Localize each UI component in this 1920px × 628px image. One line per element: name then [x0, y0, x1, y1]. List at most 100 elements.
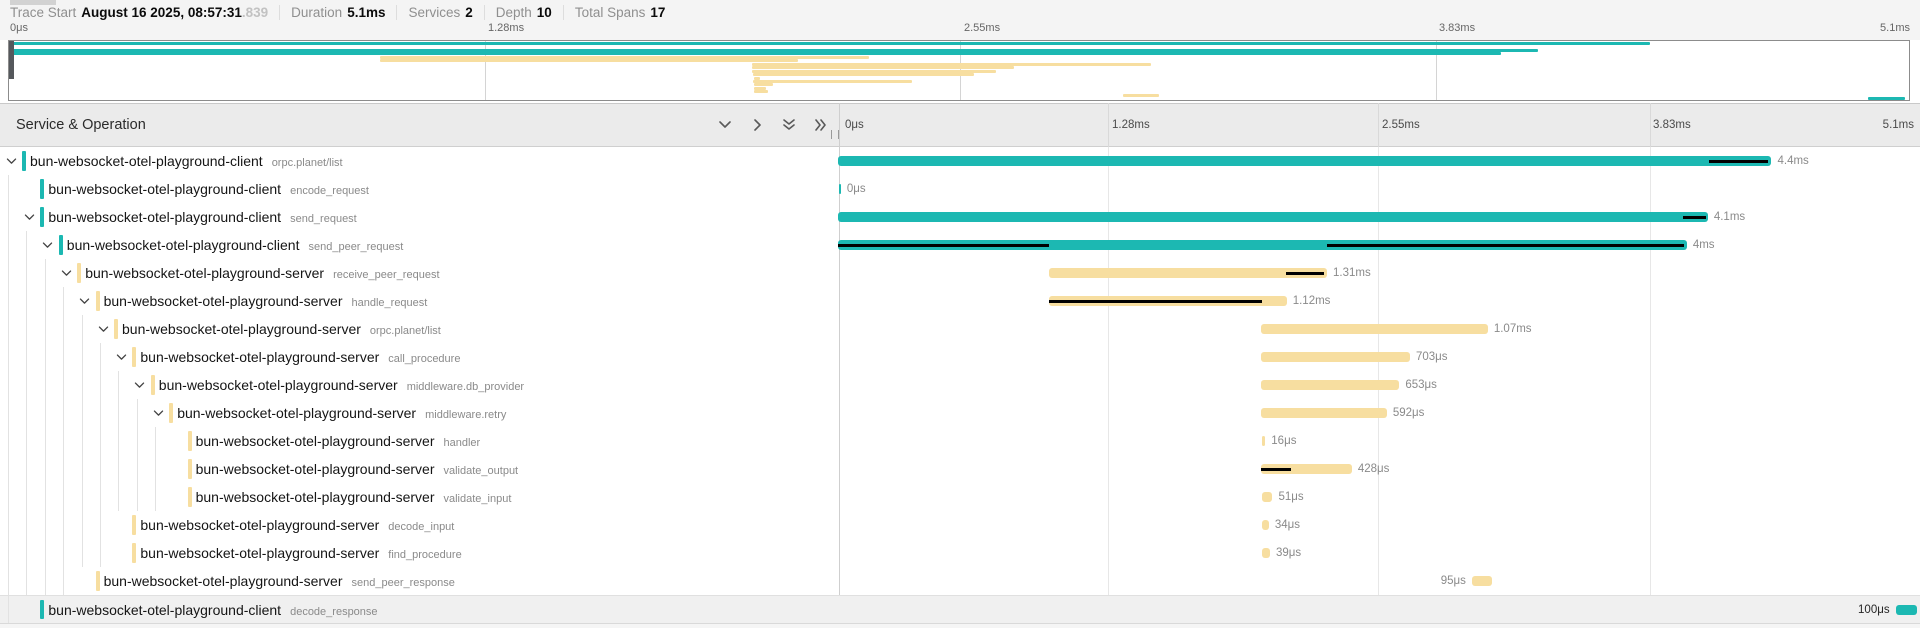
critical-path-segment — [1261, 468, 1291, 471]
span-duration-bar[interactable] — [1262, 520, 1269, 530]
operation-name: validate_output — [444, 465, 519, 477]
service-color-indicator — [59, 235, 63, 255]
span-row[interactable]: bun-websocket-otel-playground-serverrece… — [0, 259, 1920, 287]
span-collapse-chevron-icon[interactable] — [96, 323, 110, 335]
span-row[interactable]: bun-websocket-otel-playground-clientenco… — [0, 175, 1920, 203]
span-name: bun-websocket-otel-playground-serversend… — [104, 567, 455, 597]
span-duration-bar[interactable] — [1896, 605, 1917, 615]
span-name: bun-websocket-otel-playground-serverhand… — [104, 287, 428, 317]
indent-guide — [8, 455, 9, 483]
service-color-indicator — [132, 347, 136, 367]
timeline-gridline — [1378, 103, 1379, 147]
span-collapse-chevron-icon[interactable] — [78, 295, 92, 307]
critical-path-segment — [1683, 216, 1706, 219]
indent-guide — [8, 427, 9, 455]
minimap-span-bar — [753, 73, 974, 76]
span-row[interactable]: bun-websocket-otel-playground-clientsend… — [0, 203, 1920, 231]
expand-all-icon[interactable] — [812, 116, 830, 134]
service-name: bun-websocket-otel-playground-client — [48, 602, 281, 618]
span-row[interactable]: bun-websocket-otel-playground-serverdeco… — [0, 511, 1920, 539]
span-duration-bar[interactable] — [1262, 436, 1265, 446]
span-duration-bar[interactable] — [838, 156, 1771, 166]
indent-guide — [26, 287, 27, 315]
collapse-all-icon[interactable] — [780, 116, 798, 134]
span-collapse-chevron-icon[interactable] — [59, 267, 73, 279]
span-duration-bar[interactable] — [1261, 352, 1410, 362]
span-name: bun-websocket-otel-playground-servercall… — [140, 343, 460, 373]
service-color-indicator — [188, 459, 192, 479]
span-row[interactable]: bun-websocket-otel-playground-servermidd… — [0, 399, 1920, 427]
span-duration-bar[interactable] — [1261, 324, 1488, 334]
minimap-span-bar — [754, 90, 769, 93]
span-row[interactable]: bun-websocket-otel-playground-servercall… — [0, 343, 1920, 371]
span-row[interactable]: bun-websocket-otel-playground-serverorpc… — [0, 315, 1920, 343]
indent-guide — [82, 511, 83, 539]
indent-guide — [118, 455, 119, 483]
indent-guide — [45, 511, 46, 539]
minimap-span-bar — [754, 83, 773, 86]
timeline-gridline — [1650, 103, 1651, 147]
span-row[interactable]: bun-websocket-otel-playground-serversend… — [0, 567, 1920, 595]
span-name: bun-websocket-otel-playground-servervali… — [196, 483, 512, 513]
timeline-header-tick: 2.55ms — [1382, 104, 1420, 146]
span-collapse-chevron-icon[interactable] — [114, 351, 128, 363]
operation-name: handle_request — [352, 297, 428, 309]
span-row[interactable]: bun-websocket-otel-playground-servervali… — [0, 483, 1920, 511]
span-collapse-chevron-icon[interactable] — [41, 239, 55, 251]
indent-guide — [8, 483, 9, 511]
span-row[interactable]: bun-websocket-otel-playground-clientorpc… — [0, 147, 1920, 175]
operation-name: decode_input — [388, 521, 454, 533]
span-duration-bar[interactable] — [1261, 380, 1400, 390]
indent-guide — [63, 539, 64, 567]
operation-name: encode_request — [290, 185, 369, 197]
timeline-header-tick: 0μs — [845, 104, 864, 146]
indent-guide — [100, 511, 101, 539]
indent-guide — [155, 483, 156, 511]
minimap-scrubber-handle[interactable] — [9, 41, 14, 79]
span-duration-bar[interactable] — [838, 212, 1708, 222]
span-collapse-chevron-icon[interactable] — [22, 211, 36, 223]
expand-one-icon[interactable] — [748, 116, 766, 134]
timeline-header-tick: 3.83ms — [1653, 104, 1691, 146]
span-row[interactable]: bun-websocket-otel-playground-clientdeco… — [0, 595, 1920, 623]
indent-guide — [100, 343, 101, 371]
bottom-scroll-strip — [0, 623, 1920, 628]
span-duration-bar[interactable] — [1262, 548, 1270, 558]
span-duration-bar[interactable] — [1472, 576, 1492, 586]
span-duration-bar[interactable] — [1262, 492, 1273, 502]
indent-guide — [45, 399, 46, 427]
span-collapse-chevron-icon[interactable] — [151, 407, 165, 419]
span-name: bun-websocket-otel-playground-clientsend… — [48, 203, 356, 233]
span-name: bun-websocket-otel-playground-serverdeco… — [140, 511, 454, 541]
trace-timeline-view: Trace StartAugust 16 2025, 08:57:31.839 … — [0, 0, 1920, 628]
column-resizer-grip[interactable] — [831, 130, 839, 139]
critical-path-segment — [1286, 272, 1324, 275]
indent-guide — [8, 511, 9, 539]
timeline-minimap[interactable] — [8, 40, 1910, 101]
indent-guide — [82, 483, 83, 511]
span-collapse-chevron-icon[interactable] — [133, 379, 147, 391]
span-row[interactable]: bun-websocket-otel-playground-servervali… — [0, 455, 1920, 483]
span-duration-bar[interactable] — [839, 184, 841, 194]
indent-guide — [118, 483, 119, 511]
timeline-header-tick: 5.1ms — [1883, 104, 1914, 146]
service-name: bun-websocket-otel-playground-server — [104, 573, 343, 589]
indent-guide — [26, 315, 27, 343]
indent-guide — [8, 399, 9, 427]
span-row[interactable]: bun-websocket-otel-playground-serverhand… — [0, 287, 1920, 315]
collapse-one-icon[interactable] — [716, 116, 734, 134]
indent-guide — [45, 427, 46, 455]
span-row[interactable]: bun-websocket-otel-playground-clientsend… — [0, 231, 1920, 259]
span-row[interactable]: bun-websocket-otel-playground-serverfind… — [0, 539, 1920, 567]
critical-path-segment — [1327, 244, 1684, 247]
service-name: bun-websocket-otel-playground-server — [85, 265, 324, 281]
indent-guide — [82, 371, 83, 399]
span-collapse-chevron-icon[interactable] — [4, 155, 18, 167]
minimap-ruler-tick: 1.28ms — [488, 22, 524, 34]
span-row[interactable]: bun-websocket-otel-playground-servermidd… — [0, 371, 1920, 399]
span-name: bun-websocket-otel-playground-serverfind… — [140, 539, 461, 569]
indent-guide — [45, 287, 46, 315]
span-row[interactable]: bun-websocket-otel-playground-serverhand… — [0, 427, 1920, 455]
timeline-table-header: Service & Operation 0μs1.28ms2.55ms3.83m… — [0, 103, 1920, 147]
span-duration-bar[interactable] — [1261, 408, 1387, 418]
